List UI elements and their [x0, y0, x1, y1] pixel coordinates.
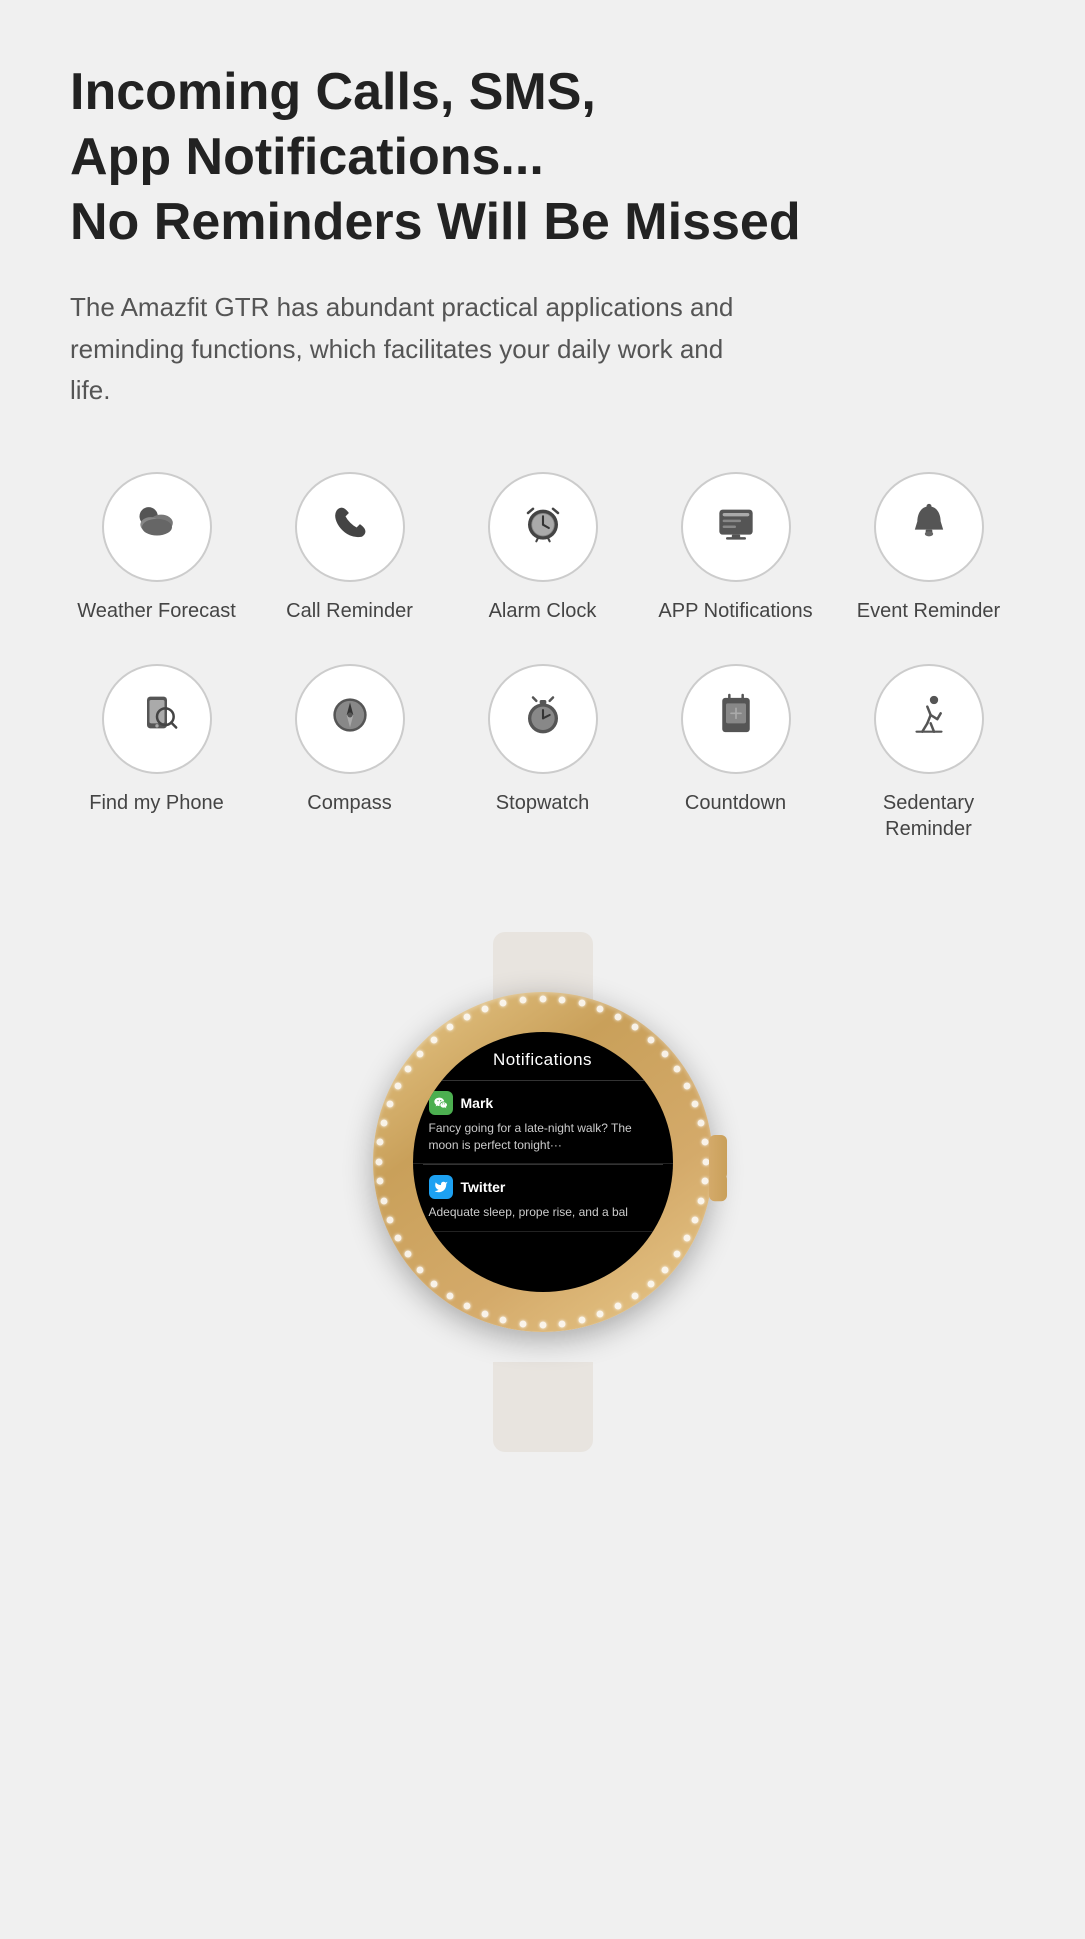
notification-icon — [711, 498, 761, 556]
notif-message-2: Adequate sleep, prope rise, and a bal — [429, 1204, 657, 1221]
feature-circle-compass — [295, 664, 405, 774]
feature-stopwatch: Stopwatch — [456, 664, 629, 842]
feature-alarm-clock: Alarm Clock — [456, 472, 629, 624]
feature-app-notifications: APP Notifications — [649, 472, 822, 624]
bell-icon — [904, 498, 954, 556]
watch-section: Notifications Mark — [70, 912, 1015, 1452]
stopwatch-icon — [518, 690, 568, 748]
feature-label-sedentary: Sedentary Reminder — [842, 790, 1015, 842]
weather-icon — [132, 498, 182, 556]
notif-message-1: Fancy going for a late-night walk? The m… — [429, 1120, 657, 1154]
feature-weather-forecast: Weather Forecast — [70, 472, 243, 624]
feature-label-notif: APP Notifications — [658, 598, 812, 624]
twitter-icon — [429, 1175, 453, 1199]
notif-app-name-1: Mark — [461, 1095, 494, 1111]
watch-case: Notifications Mark — [373, 992, 713, 1332]
watch-container: Notifications Mark — [333, 932, 753, 1452]
compass-icon — [325, 690, 375, 748]
feature-label-call: Call Reminder — [286, 598, 413, 624]
notif-app-name-2: Twitter — [461, 1179, 506, 1195]
feature-circle-alarm — [488, 472, 598, 582]
feature-sedentary-reminder: Sedentary Reminder — [842, 664, 1015, 842]
feature-circle-countdown — [681, 664, 791, 774]
notification-item-1: Mark Fancy going for a late-night walk? … — [413, 1081, 673, 1165]
features-grid: Weather Forecast Call Reminder — [70, 472, 1015, 842]
watch-screen: Notifications Mark — [413, 1032, 673, 1292]
feature-circle-stopwatch — [488, 664, 598, 774]
feature-circle-event — [874, 472, 984, 582]
feature-label-compass: Compass — [307, 790, 391, 816]
feature-countdown: Countdown — [649, 664, 822, 842]
countdown-icon — [711, 690, 761, 748]
feature-circle-weather — [102, 472, 212, 582]
description: The Amazfit GTR has abundant practical a… — [70, 287, 770, 412]
wechat-icon — [429, 1091, 453, 1115]
feature-circle-findphone — [102, 664, 212, 774]
feature-circle-sedentary — [874, 664, 984, 774]
alarm-icon — [518, 498, 568, 556]
feature-circle-call — [295, 472, 405, 582]
feature-call-reminder: Call Reminder — [263, 472, 436, 624]
notif-header-2: Twitter — [429, 1175, 657, 1199]
feature-circle-notif — [681, 472, 791, 582]
notif-header-1: Mark — [429, 1091, 657, 1115]
call-icon — [325, 498, 375, 556]
feature-label-findphone: Find my Phone — [89, 790, 224, 816]
feature-event-reminder: Event Reminder — [842, 472, 1015, 624]
feature-label-event: Event Reminder — [857, 598, 1000, 624]
headline: Incoming Calls, SMS, App Notifications..… — [70, 60, 1015, 255]
feature-compass: Compass — [263, 664, 436, 842]
watch-band-bottom — [493, 1362, 593, 1452]
feature-label-alarm: Alarm Clock — [489, 598, 597, 624]
findphone-icon — [132, 690, 182, 748]
watch-crown-small — [709, 1173, 727, 1201]
notification-item-2: Twitter Adequate sleep, prope rise, and … — [413, 1165, 673, 1232]
feature-label-weather: Weather Forecast — [77, 598, 236, 624]
feature-label-countdown: Countdown — [685, 790, 786, 816]
headline-line1: Incoming Calls, SMS, — [70, 60, 1015, 125]
sedentary-icon — [904, 690, 954, 748]
headline-line2: App Notifications... — [70, 125, 1015, 190]
feature-find-my-phone: Find my Phone — [70, 664, 243, 842]
page: Incoming Calls, SMS, App Notifications..… — [0, 0, 1085, 1939]
headline-line3: No Reminders Will Be Missed — [70, 190, 1015, 255]
feature-label-stopwatch: Stopwatch — [496, 790, 589, 816]
